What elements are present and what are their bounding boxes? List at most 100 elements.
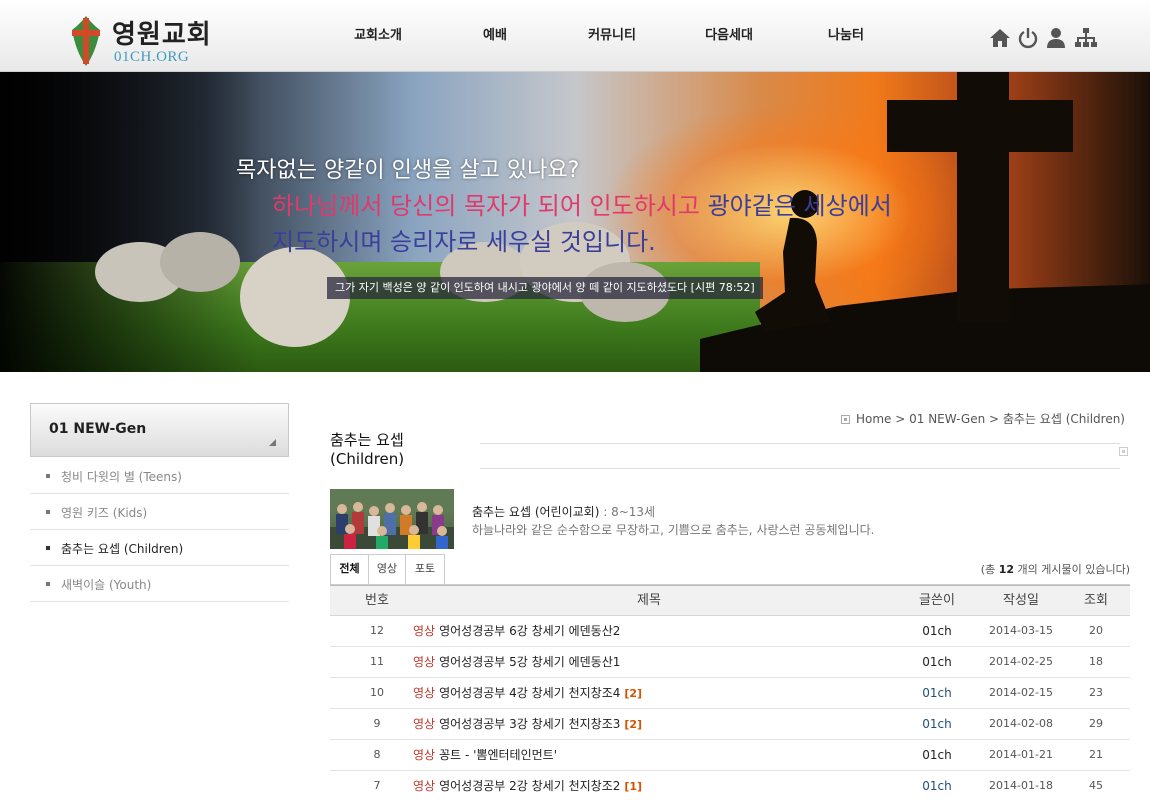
row-title[interactable]: 꽁트 - '뽐엔터테인먼트' bbox=[439, 748, 557, 762]
tab-video[interactable]: 영상 bbox=[368, 554, 406, 584]
row-subject[interactable]: 영상 영어성경공부 3강 창세기 천지창조3 [2] bbox=[413, 709, 642, 740]
row-writer[interactable]: 01ch bbox=[922, 678, 951, 708]
nav-item-community[interactable]: 커뮤니티 bbox=[588, 24, 636, 43]
tab-all[interactable]: 전체 bbox=[330, 554, 369, 585]
breadcrumb: Home > 01 NEW-Gen > 춤추는 요셉 (Children) bbox=[840, 410, 1125, 427]
row-subject[interactable]: 영상 꽁트 - '뽐엔터테인먼트' bbox=[413, 740, 557, 770]
row-hits: 21 bbox=[1089, 748, 1103, 761]
power-icon[interactable] bbox=[1016, 26, 1040, 50]
row-category[interactable]: 영상 bbox=[413, 779, 435, 793]
row-number: 9 bbox=[373, 717, 381, 730]
column-header-title: 제목 bbox=[637, 593, 661, 608]
nav-item-next-gen[interactable]: 다음세대 bbox=[705, 24, 753, 43]
sidebar-title-label: 01 NEW-Gen bbox=[49, 421, 147, 437]
row-title[interactable]: 영어성경공부 6강 창세기 에덴동산2 bbox=[439, 624, 620, 638]
row-number: 11 bbox=[370, 655, 384, 668]
sidebar-item-children[interactable]: 춤추는 요셉 (Children) bbox=[30, 530, 289, 566]
row-subject[interactable]: 영상 영어성경공부 5강 창세기 에덴동산1 bbox=[413, 647, 620, 677]
row-comment-count: [2] bbox=[624, 687, 643, 700]
column-header-date: 작성일 bbox=[1003, 593, 1039, 608]
site-logo[interactable]: 영원교회 01CH.ORG bbox=[68, 12, 218, 68]
row-writer[interactable]: 01ch bbox=[922, 709, 951, 739]
title-divider bbox=[480, 468, 1120, 469]
sitemap-icon[interactable] bbox=[1074, 26, 1098, 50]
table-row[interactable]: 8 영상 꽁트 - '뽐엔터테인먼트' 01ch 2014-01-21 21 bbox=[330, 740, 1130, 771]
row-date: 2014-03-15 bbox=[989, 624, 1053, 637]
row-writer[interactable]: 01ch bbox=[922, 771, 951, 800]
banner-headline: 목자없는 양같이 인생을 살고 있나요? bbox=[236, 158, 580, 183]
row-date: 2014-02-08 bbox=[989, 717, 1053, 730]
row-category[interactable]: 영상 bbox=[413, 655, 435, 669]
sidebar-item-kids[interactable]: 영원 키즈 (Kids) bbox=[30, 494, 289, 530]
breadcrumb-text[interactable]: Home > 01 NEW-Gen > 춤추는 요셉 (Children) bbox=[856, 412, 1125, 426]
row-writer[interactable]: 01ch bbox=[922, 647, 951, 677]
sidebar-item-label: 청비 다윗의 별 (Teens) bbox=[61, 470, 182, 484]
sidebar-item-label: 춤추는 요셉 (Children) bbox=[61, 542, 184, 556]
table-row[interactable]: 12 영상 영어성경공부 6강 창세기 에덴동산2 01ch 2014-03-15 20 bbox=[330, 616, 1130, 647]
row-category[interactable]: 영상 bbox=[413, 686, 435, 700]
row-subject[interactable]: 영상 영어성경공부 4강 창세기 천지창조4 [2] bbox=[413, 678, 642, 709]
bullet-icon bbox=[46, 582, 50, 586]
row-category[interactable]: 영상 bbox=[413, 624, 435, 638]
sidebar-title: 01 NEW-Gen bbox=[30, 403, 289, 457]
post-count-number: 12 bbox=[998, 563, 1015, 576]
banner-line-2-part-b: 광야같은 세상에서 bbox=[707, 192, 892, 220]
sidebar-item-label: 새벽이슬 (Youth) bbox=[61, 578, 152, 592]
row-hits: 23 bbox=[1089, 686, 1103, 699]
nav-item-about[interactable]: 교회소개 bbox=[354, 24, 402, 43]
logo-title: 영원교회 bbox=[112, 20, 212, 50]
row-category[interactable]: 영상 bbox=[413, 748, 435, 762]
tab-photo[interactable]: 포토 bbox=[405, 554, 445, 584]
corner-triangle-icon bbox=[269, 439, 276, 446]
row-category[interactable]: 영상 bbox=[413, 717, 435, 731]
intro-age: : 8~13세 bbox=[599, 505, 656, 519]
row-hits: 18 bbox=[1089, 655, 1103, 668]
group-photo bbox=[330, 489, 454, 549]
home-icon[interactable] bbox=[988, 26, 1012, 50]
board-table: 번호 제목 글쓴이 작성일 조회 12 영상 영어성경공부 6강 창세기 에덴동산2… bbox=[330, 585, 1130, 800]
intro-heading-text: 춤추는 요셉 (어린이교회) bbox=[472, 505, 600, 519]
column-header-number: 번호 bbox=[365, 593, 389, 608]
row-number: 12 bbox=[370, 624, 384, 637]
sidebar-item-youth[interactable]: 새벽이슬 (Youth) bbox=[30, 566, 289, 602]
row-hits: 20 bbox=[1089, 624, 1103, 637]
banner-line-3: 지도하시며 승리자로 세우실 것입니다. bbox=[272, 228, 656, 256]
row-hits: 45 bbox=[1089, 779, 1103, 792]
row-title[interactable]: 영어성경공부 3강 창세기 천지창조3 bbox=[439, 717, 620, 731]
row-hits: 29 bbox=[1089, 717, 1103, 730]
row-date: 2014-01-21 bbox=[989, 748, 1053, 761]
page-title-main: 춤추는 요셉 bbox=[330, 431, 404, 449]
sidebar-item-teens[interactable]: 청비 다윗의 별 (Teens) bbox=[30, 458, 289, 494]
row-subject[interactable]: 영상 영어성경공부 6강 창세기 에덴동산2 bbox=[413, 616, 620, 646]
user-icon[interactable] bbox=[1044, 26, 1068, 50]
row-writer[interactable]: 01ch bbox=[922, 616, 951, 646]
banner-verse: 그가 자기 백성은 양 같이 인도하여 내시고 광야에서 양 떼 같이 지도하셨… bbox=[327, 277, 763, 299]
table-row[interactable]: 11 영상 영어성경공부 5강 창세기 에덴동산1 01ch 2014-02-25 18 bbox=[330, 647, 1130, 678]
column-header-writer: 글쓴이 bbox=[919, 593, 955, 608]
row-number: 8 bbox=[373, 748, 381, 761]
banner-line-2-part-a: 하나님께서 당신의 목자가 되어 인도하시고 bbox=[272, 192, 708, 220]
title-corner-icon bbox=[1119, 447, 1128, 456]
row-title[interactable]: 영어성경공부 5강 창세기 에덴동산1 bbox=[439, 655, 620, 669]
bullet-icon bbox=[46, 474, 50, 478]
bullet-icon bbox=[46, 510, 50, 514]
row-title[interactable]: 영어성경공부 2강 창세기 천지창조2 bbox=[439, 779, 620, 793]
cross-silhouette-bar bbox=[887, 100, 1073, 152]
nav-item-worship[interactable]: 예배 bbox=[483, 24, 507, 43]
post-count-prefix: (총 bbox=[980, 563, 999, 576]
sheep-image bbox=[160, 232, 240, 292]
table-row[interactable]: 7 영상 영어성경공부 2강 창세기 천지창조2 [1] 01ch 2014-01-18 4… bbox=[330, 771, 1130, 800]
row-subject[interactable]: 영상 영어성경공부 2강 창세기 천지창조2 [1] bbox=[413, 771, 642, 800]
post-count-suffix: 개의 게시물이 있습니다) bbox=[1014, 563, 1131, 576]
page-title-sub: (Children) bbox=[330, 450, 405, 468]
row-writer[interactable]: 01ch bbox=[922, 740, 951, 770]
cross-logo-icon bbox=[72, 16, 100, 66]
row-date: 2014-02-25 bbox=[989, 655, 1053, 668]
sidebar-item-label: 영원 키즈 (Kids) bbox=[61, 506, 148, 520]
table-row[interactable]: 10 영상 영어성경공부 4강 창세기 천지창조4 [2] 01ch 2014-02-15… bbox=[330, 678, 1130, 709]
table-body: 12 영상 영어성경공부 6강 창세기 에덴동산2 01ch 2014-03-15 20 1… bbox=[330, 616, 1130, 800]
intro-description: 하늘나라와 같은 순수함으로 무장하고, 기쁨으로 춤추는, 사랑스런 공동체입… bbox=[472, 523, 875, 537]
nav-item-sharing[interactable]: 나눔터 bbox=[828, 24, 864, 43]
row-title[interactable]: 영어성경공부 4강 창세기 천지창조4 bbox=[439, 686, 620, 700]
table-row[interactable]: 9 영상 영어성경공부 3강 창세기 천지창조3 [2] 01ch 2014-02-08 2… bbox=[330, 709, 1130, 740]
